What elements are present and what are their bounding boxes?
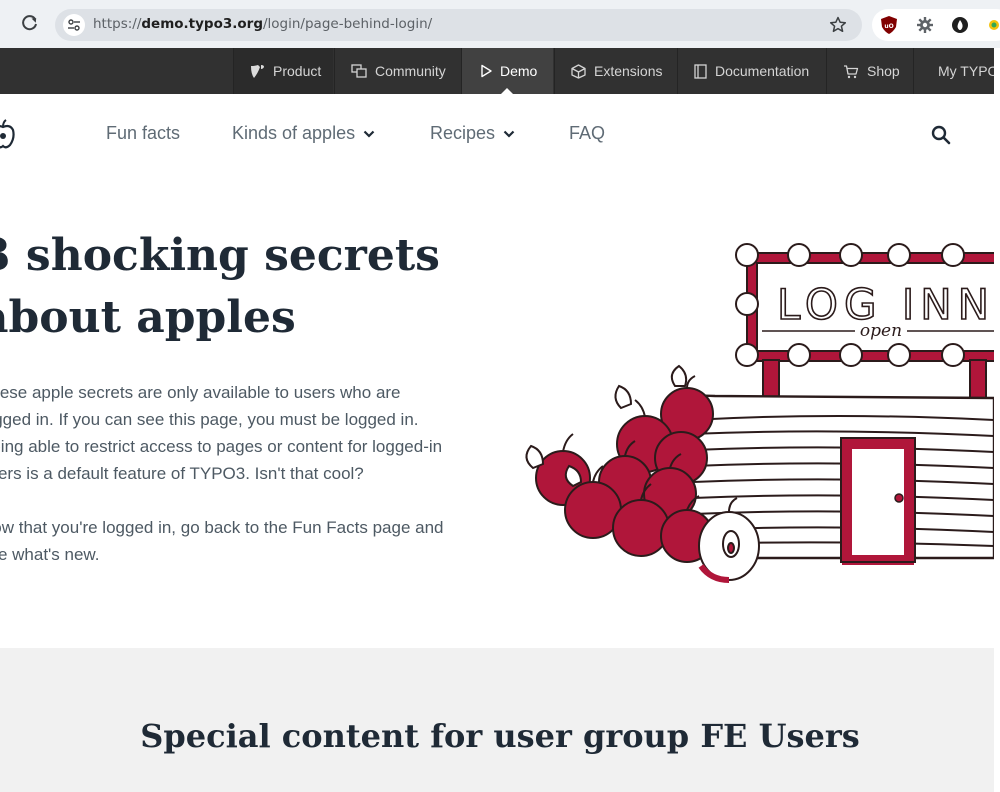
- url-host: demo.typo3.org: [141, 16, 263, 32]
- svg-text:uO: uO: [884, 23, 893, 30]
- nav-kinds-of-apples[interactable]: Kinds of apples: [232, 123, 375, 144]
- reload-icon[interactable]: [18, 11, 42, 35]
- url-protocol: https://: [93, 16, 142, 32]
- search-icon[interactable]: [930, 124, 952, 146]
- page-title-line2: about apples: [0, 292, 296, 343]
- ublock-origin-icon[interactable]: uO: [879, 15, 899, 35]
- tab-my-typo3[interactable]: My TYPO3: [913, 48, 994, 94]
- browser-toolbar: https://demo.typo3.org/login/page-behind…: [0, 0, 1000, 48]
- nav-recipes[interactable]: Recipes: [430, 123, 515, 144]
- url-path: /login/page-behind-login/: [263, 16, 433, 32]
- url-text[interactable]: https://demo.typo3.org/login/page-behind…: [93, 16, 432, 32]
- tab-my-typo3-label: My TYPO3: [938, 63, 994, 79]
- tab-community-label: Community: [375, 63, 446, 79]
- book-icon: [694, 63, 707, 79]
- address-bar[interactable]: https://demo.typo3.org/login/page-behind…: [55, 9, 862, 41]
- tab-shop[interactable]: Shop: [826, 48, 912, 94]
- extensions-area: uO: [872, 9, 1000, 41]
- hero-paragraph: Now that you're logged in, go back to th…: [0, 518, 444, 564]
- scrollbar-gutter: [994, 48, 1000, 792]
- sign-subtext: open: [860, 321, 902, 341]
- chevron-down-icon: [503, 130, 515, 138]
- tab-shop-label: Shop: [867, 63, 900, 79]
- tab-extensions-label: Extensions: [594, 63, 663, 79]
- tab-documentation[interactable]: Documentation: [677, 48, 825, 94]
- tab-product-label: Product: [273, 63, 322, 79]
- extension-flame-icon[interactable]: [950, 15, 970, 35]
- tab-extensions[interactable]: Extensions: [554, 48, 676, 94]
- extension-partial-icon[interactable]: [984, 15, 1000, 35]
- bookmark-star-icon[interactable]: [828, 15, 848, 35]
- cube-icon: [571, 63, 586, 79]
- log-inn-sign: LOG INN open: [735, 243, 994, 401]
- page-title: 3 shocking secrets about apples: [0, 225, 440, 349]
- log-inn-illustration: LOG INN open: [525, 243, 994, 583]
- tab-documentation-label: Documentation: [715, 63, 810, 79]
- extension-gear-icon[interactable]: [915, 15, 935, 35]
- hero-body: These apple secrets are only available t…: [0, 379, 450, 568]
- apple-logo-icon[interactable]: [0, 118, 16, 150]
- hero-paragraph: These apple secrets are only available t…: [0, 383, 443, 483]
- play-icon: [481, 64, 492, 78]
- typo3-demo-bar: Product Community Demo Extensions Docume…: [0, 48, 994, 94]
- site-options-icon[interactable]: [63, 14, 85, 36]
- cart-icon: [844, 64, 859, 78]
- nav-faq-label: FAQ: [569, 123, 606, 143]
- nav-kinds-of-apples-label: Kinds of apples: [232, 123, 356, 143]
- tab-demo-label: Demo: [500, 63, 538, 79]
- community-icon: [351, 64, 367, 78]
- nav-fun-facts-label: Fun facts: [106, 123, 181, 143]
- typo3-logo-icon: [251, 64, 264, 78]
- chevron-down-icon: [363, 130, 375, 138]
- tab-community[interactable]: Community: [334, 48, 460, 94]
- nav-fun-facts[interactable]: Fun facts: [106, 123, 180, 144]
- nav-recipes-label: Recipes: [430, 123, 496, 143]
- tab-product[interactable]: Product: [233, 48, 333, 94]
- section-heading: Special content for user group FE Users: [140, 717, 860, 755]
- active-tab-caret: [501, 88, 513, 94]
- nav-faq[interactable]: FAQ: [569, 123, 605, 144]
- page-title-line1: 3 shocking secrets: [0, 230, 440, 281]
